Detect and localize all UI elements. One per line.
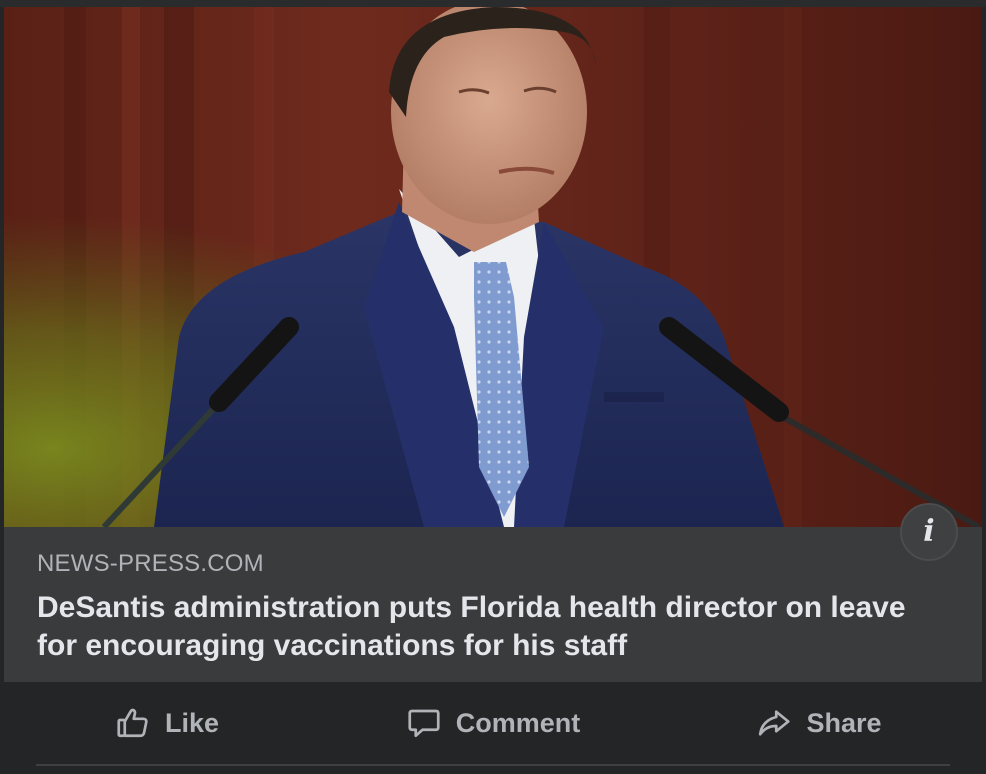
feed-post: i NEWS-PRESS.COM DeSantis administration… xyxy=(0,0,986,774)
post-top-border xyxy=(0,0,986,7)
share-label: Share xyxy=(806,707,882,738)
like-label: Like xyxy=(164,707,220,738)
like-button[interactable]: Like xyxy=(4,691,330,755)
thumbs-up-icon xyxy=(115,705,151,741)
comment-button[interactable]: Comment xyxy=(330,691,656,755)
link-preview-card[interactable]: i NEWS-PRESS.COM DeSantis administration… xyxy=(4,7,982,682)
link-preview-image[interactable] xyxy=(4,7,982,527)
speech-bubble-icon xyxy=(406,705,442,741)
link-preview-meta[interactable]: NEWS-PRESS.COM DeSantis administration p… xyxy=(4,527,982,682)
link-headline[interactable]: DeSantis administration puts Florida hea… xyxy=(37,589,927,665)
link-domain: NEWS-PRESS.COM xyxy=(37,550,264,577)
post-action-bar: Like Comment Share xyxy=(4,682,982,764)
share-button[interactable]: Share xyxy=(656,691,982,755)
share-arrow-icon xyxy=(756,705,792,741)
comment-label: Comment xyxy=(455,707,581,738)
bottom-divider xyxy=(36,764,950,766)
